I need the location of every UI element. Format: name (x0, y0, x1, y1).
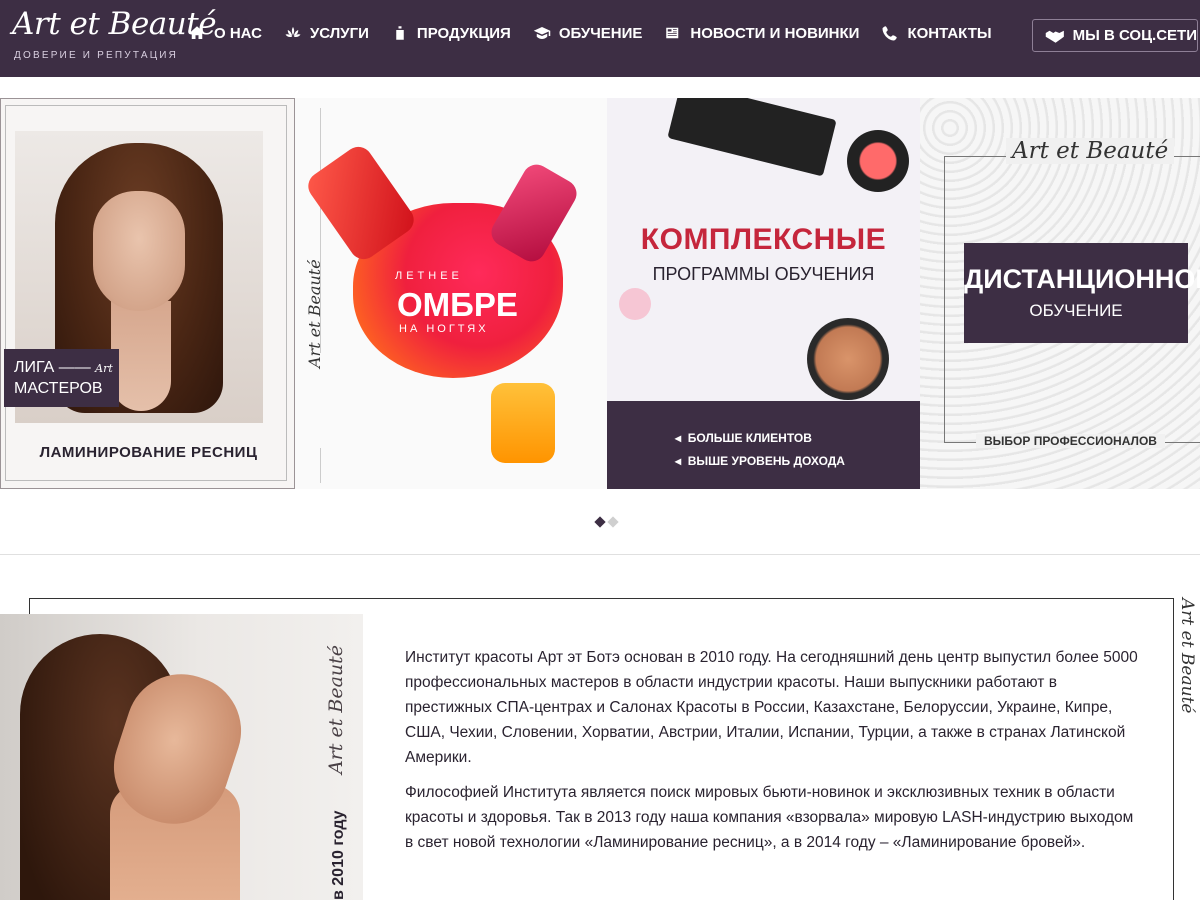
nav-label: О НАС (214, 24, 262, 42)
about-paragraph-2: Философией Института является поиск миро… (405, 784, 1134, 851)
nav-item-news[interactable]: НОВОСТИ И НОВИНКИ (664, 24, 859, 42)
slide-complex-programs[interactable]: КОМПЛЕКСНЫЕ ПРОГРАММЫ ОБУЧЕНИЯ ◂ БОЛЬШЕ … (607, 98, 920, 489)
about-photo: Art et Beauté в 2010 году (0, 614, 363, 900)
newspaper-icon (666, 27, 679, 39)
handshake-icon (1045, 30, 1064, 43)
about-paragraph-1: Институт красоты Арт эт Ботэ основан в 2… (405, 649, 1138, 766)
nav-label: ПРОДУКЦИЯ (416, 24, 511, 42)
graduation-cap-icon (533, 27, 551, 39)
bottle-icon (396, 26, 404, 40)
nav-item-contacts[interactable]: КОНТАКТЫ (881, 24, 992, 42)
benefits-band (607, 401, 920, 489)
eyeshadow-palette (667, 98, 837, 177)
photo-logo: Art et Beauté (325, 644, 347, 774)
bronzer-powder (807, 318, 889, 400)
about-side-logo: Art et Beauté (1177, 598, 1197, 714)
badge-line2: МАСТЕРОВ (14, 380, 103, 397)
slider-dot-1[interactable] (594, 516, 606, 528)
site-header: Art et Beauté ДОВЕРИЕ И РЕПУТАЦИЯ О НАС … (0, 0, 1200, 77)
slider-dot-2[interactable] (607, 516, 619, 528)
nav-label: УСЛУГИ (309, 24, 369, 42)
badge-liga: ЛИГА (14, 359, 55, 376)
benefit-item: ◂ БОЛЬШЕ КЛИЕНТОВ (675, 431, 812, 445)
social-label: МЫ В СОЦ.СЕТИ (1072, 27, 1197, 44)
nav-item-services[interactable]: УСЛУГИ (284, 24, 369, 42)
slide-title: ОМБРЕ (397, 286, 518, 323)
home-icon (189, 26, 205, 39)
nav-item-about[interactable]: О НАС (188, 24, 262, 42)
promo-slider[interactable]: ЛИГА —— Art МАСТЕРОВ ЛАМИНИРОВАНИЕ РЕСНИ… (0, 98, 1200, 489)
slide-title: КОМПЛЕКСНЫЕ (640, 223, 887, 256)
photo-face (93, 191, 185, 311)
slide-summer-ombre[interactable]: Art et Beauté ЛЕТНЕЕ ОМБРЕ НА НОГТЯХ (295, 98, 607, 489)
slider-pagination (594, 516, 619, 528)
main-nav: О НАС УСЛУГИ ПРОДУКЦИЯ ОБУЧЕНИЕ НОВОСТИ … (188, 24, 992, 42)
photo-neck (111, 301, 171, 411)
benefit-label: ВЫШЕ УРОВЕНЬ ДОХОДА (687, 454, 845, 468)
slide-logo: Art et Beauté (1006, 138, 1175, 164)
logo-text: Art et Beauté (12, 6, 217, 42)
benefit-item: ◂ ВЫШЕ УРОВЕНЬ ДОХОДА (675, 454, 845, 468)
nav-item-products[interactable]: ПРОДУКЦИЯ (391, 24, 511, 42)
site-logo[interactable]: Art et Beauté ДОВЕРИЕ И РЕПУТАЦИЯ (12, 6, 217, 66)
section-divider (0, 554, 1200, 555)
blush-compact (847, 130, 909, 192)
slide-line3: НА НОГТЯХ (399, 323, 489, 335)
slide-distance-learning[interactable]: Art et Beauté ДИСТАНЦИОННОЕ ОБУЧЕНИЕ ВЫБ… (920, 98, 1200, 489)
benefit-label: БОЛЬШЕ КЛИЕНТОВ (687, 431, 812, 445)
phone-icon (882, 26, 898, 41)
slide-eyelash-lamination[interactable]: ЛИГА —— Art МАСТЕРОВ ЛАМИНИРОВАНИЕ РЕСНИ… (0, 98, 295, 489)
nav-label: КОНТАКТЫ (907, 24, 992, 42)
nav-label: ОБУЧЕНИЕ (558, 24, 643, 42)
logo-tagline: ДОВЕРИЕ И РЕПУТАЦИЯ (14, 50, 179, 61)
badge-line1: ЛИГА —— Art (14, 359, 113, 376)
slide-subtitle: ОБУЧЕНИЕ (1029, 301, 1123, 320)
slide-subtitle: ПРОГРАММЫ ОБУЧЕНИЯ (652, 264, 875, 284)
lotus-icon (285, 27, 301, 38)
photo-year: в 2010 году (330, 810, 347, 900)
slide-caption: ЛАМИНИРОВАНИЕ РЕСНИЦ (39, 444, 258, 461)
slide-line1: ЛЕТНЕЕ (395, 270, 463, 282)
pink-powder (619, 288, 651, 320)
nail-polish-bottle (491, 383, 555, 463)
league-badge: ЛИГА —— Art МАСТЕРОВ (4, 349, 119, 407)
nav-item-education[interactable]: ОБУЧЕНИЕ (533, 24, 643, 42)
slide-side-logo: Art et Beauté (305, 259, 324, 368)
divider-line (320, 448, 321, 483)
badge-art: Art (95, 362, 113, 375)
nav-label: НОВОСТИ И НОВИНКИ (690, 24, 860, 42)
social-networks-button[interactable]: МЫ В СОЦ.СЕТИ (1032, 19, 1198, 52)
about-text: Институт красоты Арт эт Ботэ основан в 2… (405, 645, 1145, 865)
slide-footer: ВЫБОР ПРОФЕССИОНАЛОВ (976, 434, 1165, 448)
slide-title: ДИСТАНЦИОННОЕ (964, 264, 1200, 294)
